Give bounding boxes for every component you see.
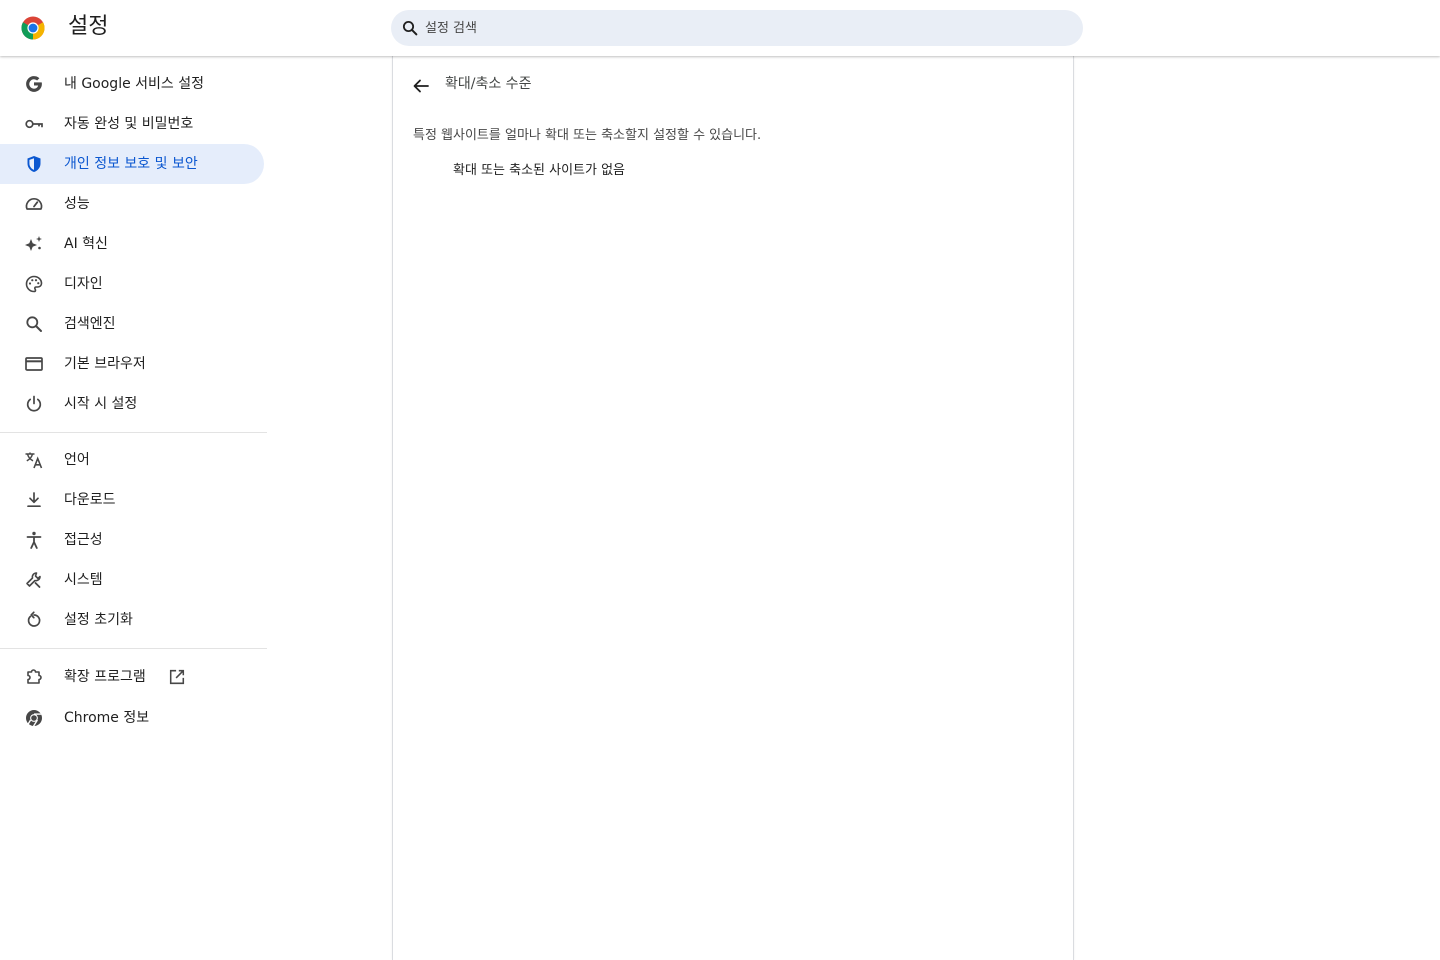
sidebar-item-downloads[interactable]: 다운로드 <box>0 480 264 520</box>
sidebar-item-label: 시작 시 설정 <box>64 396 138 412</box>
sidebar-item-label: AI 혁신 <box>64 236 108 252</box>
sidebar-nav: 내 Google 서비스 설정 자동 완성 및 비밀번호 개인 정보 보호 및 … <box>0 56 268 960</box>
sidebar-item-system[interactable]: 시스템 <box>0 560 264 600</box>
google-g-icon <box>26 76 42 92</box>
back-button[interactable] <box>407 72 435 100</box>
sidebar-item-ai-innovations[interactable]: AI 혁신 <box>0 224 264 264</box>
sidebar-item-appearance[interactable]: 디자인 <box>0 264 264 304</box>
sidebar-item-label: 접근성 <box>64 532 103 548</box>
empty-list-message: 확대 또는 축소된 사이트가 없음 <box>453 163 626 178</box>
wrench-icon <box>26 572 41 588</box>
search-bar[interactable] <box>391 10 1083 46</box>
search-icon <box>402 20 418 36</box>
sidebar-item-performance[interactable]: 성능 <box>0 184 264 224</box>
arrow-back-icon <box>413 79 429 93</box>
sidebar-item-autofill[interactable]: 자동 완성 및 비밀번호 <box>0 104 264 144</box>
zoom-description: 특정 웹사이트를 얼마나 확대 또는 축소할지 설정할 수 있습니다. <box>413 128 762 143</box>
sidebar-item-reset-settings[interactable]: 설정 초기화 <box>0 600 264 640</box>
page-title: 확대/축소 수준 <box>445 76 532 92</box>
sidebar-item-label: 자동 완성 및 비밀번호 <box>64 116 194 132</box>
palette-icon <box>25 275 43 293</box>
top-bar: 설정 <box>0 0 1440 56</box>
chrome-icon <box>26 710 42 727</box>
sidebar-item-label: 검색엔진 <box>64 316 116 332</box>
sidebar-item-search-engine[interactable]: 검색엔진 <box>0 304 264 344</box>
translate-icon <box>25 452 43 469</box>
sidebar-item-privacy-security[interactable]: 개인 정보 보호 및 보안 <box>0 144 264 184</box>
puzzle-icon <box>27 669 42 684</box>
speedometer-icon <box>25 198 43 210</box>
search-icon <box>26 316 42 332</box>
accessibility-icon <box>26 531 42 549</box>
sidebar-item-label: 확장 프로그램 <box>64 669 146 685</box>
sidebar-item-label: 성능 <box>64 196 90 212</box>
sidebar-item-label: Chrome 정보 <box>64 710 150 726</box>
shield-icon <box>27 156 41 172</box>
sidebar-item-label: 기본 브라우저 <box>64 356 146 372</box>
reset-icon <box>27 611 41 627</box>
search-input[interactable] <box>425 10 1065 46</box>
sidebar-item-label: 언어 <box>64 452 90 468</box>
sidebar-item-label: 다운로드 <box>64 492 116 508</box>
sidebar-item-label: 디자인 <box>64 276 103 292</box>
download-icon <box>27 492 41 508</box>
sidebar-divider <box>0 648 267 649</box>
sidebar-item-google-services[interactable]: 내 Google 서비스 설정 <box>0 64 264 104</box>
sidebar-item-label: 시스템 <box>64 572 103 588</box>
sidebar-divider <box>0 432 267 433</box>
chrome-logo-icon <box>21 16 45 40</box>
sidebar-item-about-chrome[interactable]: Chrome 정보 <box>0 698 264 738</box>
sidebar-item-extensions[interactable]: 확장 프로그램 <box>0 657 264 697</box>
key-icon <box>25 119 43 129</box>
browser-window-icon <box>25 357 43 371</box>
sidebar-item-on-startup[interactable]: 시작 시 설정 <box>0 384 264 424</box>
sidebar-item-label: 설정 초기화 <box>64 612 133 628</box>
sparkle-icon <box>25 236 42 251</box>
power-icon <box>26 395 42 412</box>
sidebar-item-languages[interactable]: 언어 <box>0 440 264 480</box>
app-title: 설정 <box>68 14 109 39</box>
content-card: 확대/축소 수준 특정 웹사이트를 얼마나 확대 또는 축소할지 설정할 수 있… <box>392 56 1074 960</box>
sidebar-item-default-browser[interactable]: 기본 브라우저 <box>0 344 264 384</box>
sidebar-item-accessibility[interactable]: 접근성 <box>0 520 264 560</box>
sidebar-item-label: 내 Google 서비스 설정 <box>64 76 204 92</box>
sidebar-item-label: 개인 정보 보호 및 보안 <box>64 156 198 172</box>
open-in-new-icon <box>169 669 185 685</box>
